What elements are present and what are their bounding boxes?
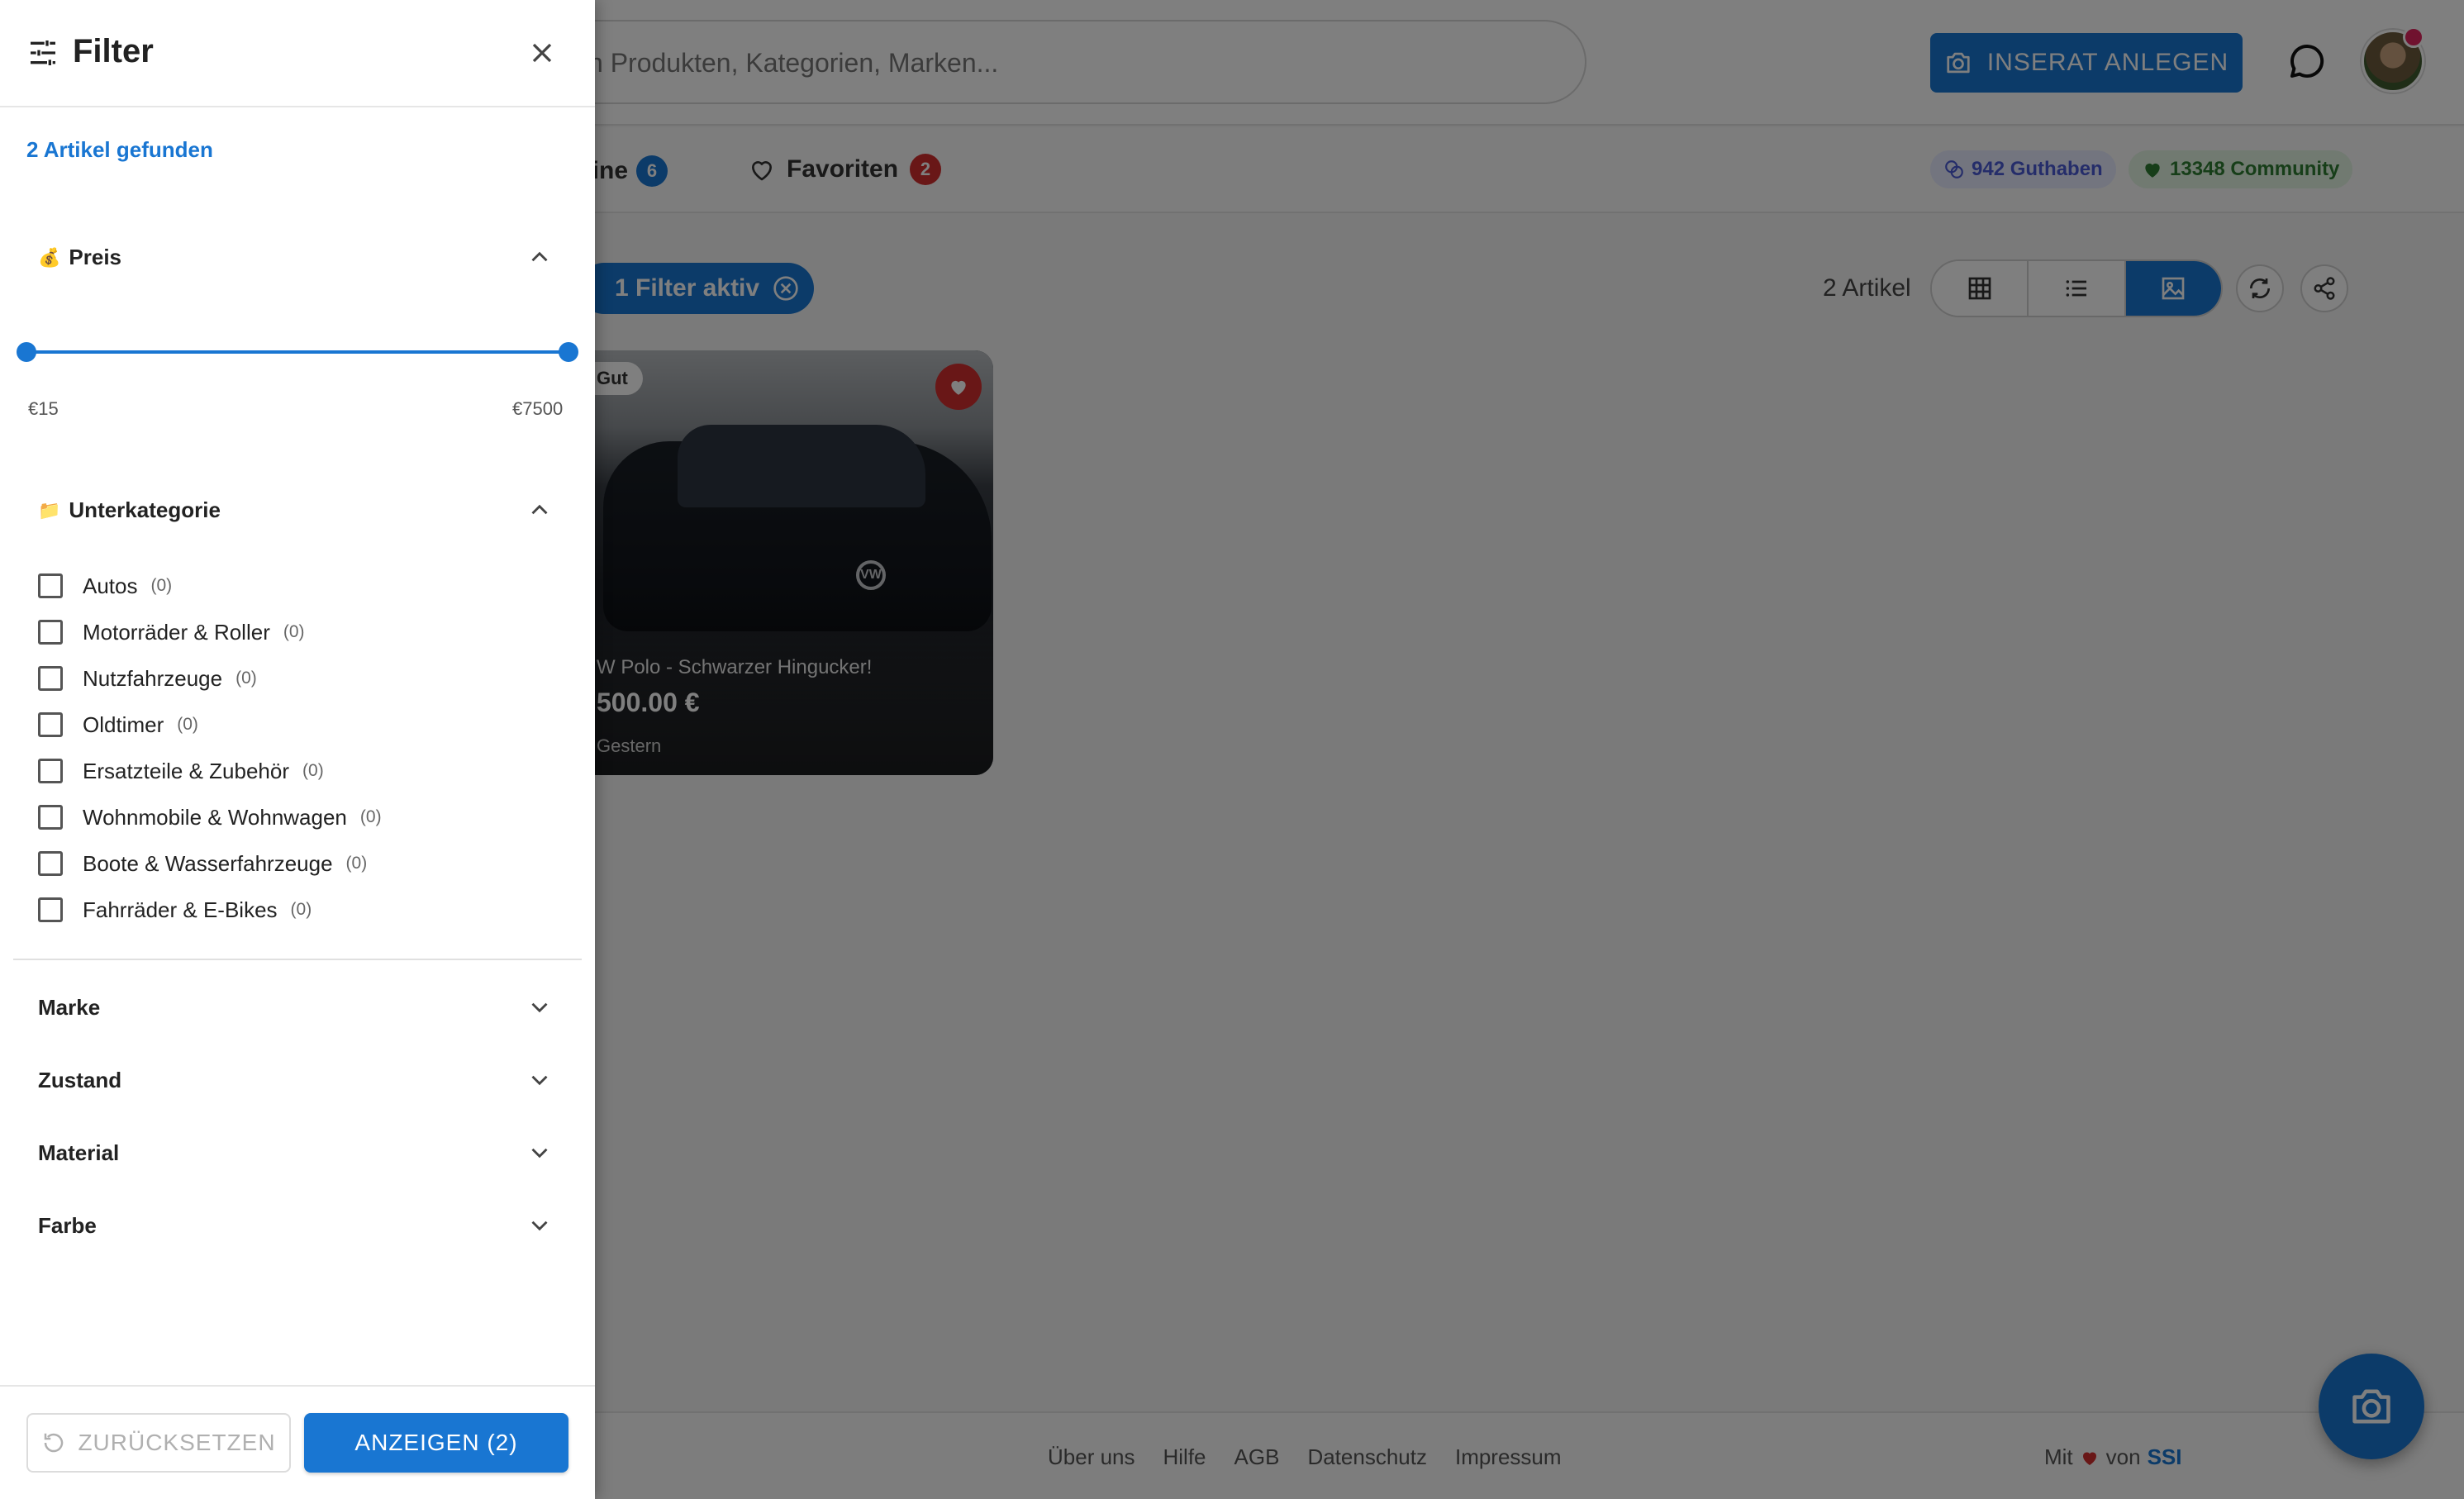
subcategory-checkbox[interactable]: Boote & Wasserfahrzeuge (0): [38, 849, 367, 878]
show-results-button[interactable]: ANZEIGEN (2): [304, 1413, 568, 1473]
chevron-down-icon[interactable]: [526, 1066, 554, 1094]
price-min-label: €15: [28, 398, 59, 419]
drawer-title: Filter: [73, 33, 154, 69]
chevron-down-icon[interactable]: [526, 1139, 554, 1167]
checkbox[interactable]: [38, 620, 63, 645]
checkbox-label: Boote & Wasserfahrzeuge: [83, 850, 333, 876]
checkbox-label: Motorräder & Roller: [83, 619, 270, 645]
price-slider-min-handle[interactable]: [17, 342, 36, 362]
checkbox-label: Oldtimer: [83, 711, 164, 737]
checkbox[interactable]: [38, 805, 63, 830]
money-bag-icon: 💰: [38, 246, 61, 268]
checkbox-count: (0): [283, 622, 305, 641]
checkbox-count: (0): [302, 761, 324, 780]
chevron-down-icon[interactable]: [526, 993, 554, 1021]
checkbox-count: (0): [235, 669, 257, 688]
checkbox-count: (0): [359, 807, 382, 826]
price-slider-track[interactable]: [26, 350, 568, 354]
subcategory-checkbox[interactable]: Motorräder & Roller (0): [38, 618, 305, 646]
price-slider-max-handle[interactable]: [559, 342, 578, 362]
price-section-header[interactable]: 💰 Preis: [38, 245, 121, 270]
checkbox-count: (0): [177, 715, 198, 734]
condition-section-header[interactable]: Zustand: [38, 1068, 121, 1093]
subcategory-checkbox[interactable]: Fahrräder & E-Bikes (0): [38, 896, 312, 924]
checkbox[interactable]: [38, 573, 63, 598]
folder-icon: 📁: [38, 499, 61, 521]
subcategory-section-title: Unterkategorie: [69, 497, 221, 522]
color-section-header[interactable]: Farbe: [38, 1213, 97, 1239]
subcategory-checkbox[interactable]: Ersatzteile & Zubehör (0): [38, 757, 324, 785]
price-section-title: Preis: [69, 245, 122, 269]
checkbox-count: (0): [345, 854, 368, 873]
chevron-down-icon[interactable]: [526, 1211, 554, 1240]
close-icon[interactable]: [526, 36, 559, 69]
section-divider: [13, 959, 582, 960]
checkbox[interactable]: [38, 851, 63, 876]
chevron-up-icon[interactable]: [526, 243, 554, 271]
results-found: 2 Artikel gefunden: [26, 137, 213, 162]
checkbox-label: Autos: [83, 573, 138, 598]
reset-button-label: ZURÜCKSETZEN: [78, 1430, 276, 1455]
material-section-header[interactable]: Material: [38, 1140, 119, 1166]
checkbox[interactable]: [38, 712, 63, 737]
chevron-up-icon[interactable]: [526, 496, 554, 524]
price-max-label: €7500: [512, 398, 564, 419]
checkbox-count: (0): [290, 900, 312, 919]
filter-drawer: Filter 2 Artikel gefunden 💰 Preis €15 €7…: [0, 0, 595, 1499]
checkbox[interactable]: [38, 666, 63, 691]
checkbox-count: (0): [150, 576, 173, 595]
subcategory-checkbox[interactable]: Oldtimer (0): [38, 711, 198, 739]
checkbox[interactable]: [38, 897, 63, 922]
checkbox-label: Nutzfahrzeuge: [83, 665, 223, 691]
show-results-label: ANZEIGEN (2): [354, 1430, 518, 1455]
subcategory-section-header[interactable]: 📁 Unterkategorie: [38, 497, 221, 523]
subcategory-checkbox[interactable]: Autos (0): [38, 572, 172, 600]
subcategory-checkbox[interactable]: Wohnmobile & Wohnwagen (0): [38, 803, 382, 831]
checkbox-label: Ersatzteile & Zubehör: [83, 758, 290, 783]
tune-icon: [31, 40, 55, 65]
checkbox-label: Wohnmobile & Wohnwagen: [83, 804, 347, 830]
reset-button[interactable]: ZURÜCKSETZEN: [26, 1413, 291, 1473]
subcategory-checkbox[interactable]: Nutzfahrzeuge (0): [38, 664, 257, 692]
checkbox[interactable]: [38, 759, 63, 783]
brand-section-header[interactable]: Marke: [38, 995, 100, 1021]
reset-icon: [45, 1433, 64, 1453]
checkbox-label: Fahrräder & E-Bikes: [83, 897, 278, 922]
